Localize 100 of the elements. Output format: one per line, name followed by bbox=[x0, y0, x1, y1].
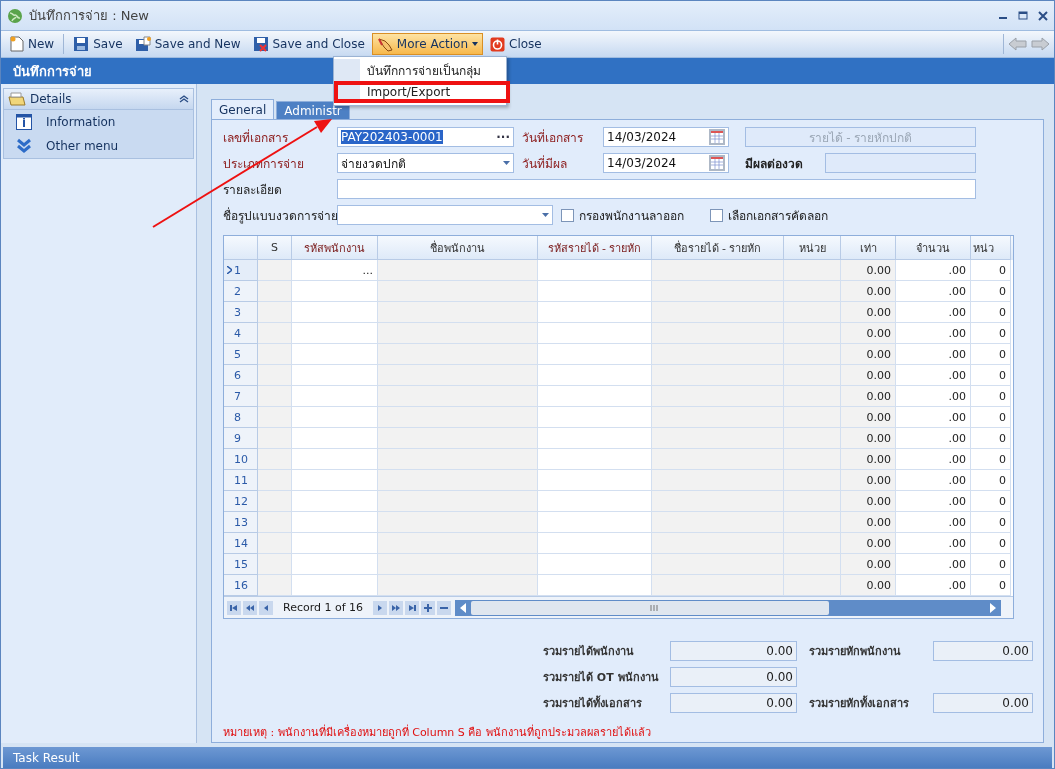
total-label: รวมรายได้ทั้งเอกสาร bbox=[543, 694, 643, 712]
remove-button[interactable] bbox=[437, 600, 452, 615]
row-number: 14 bbox=[234, 536, 248, 550]
table-cell bbox=[258, 512, 292, 533]
table-cell: 0.00 bbox=[841, 470, 896, 491]
row-header[interactable]: 7 bbox=[224, 386, 258, 407]
menu-item[interactable]: บันทึกการจ่ายเป็นกลุ่ม bbox=[334, 59, 506, 81]
horizontal-scrollbar[interactable] bbox=[455, 599, 1002, 616]
row-header[interactable]: 13 bbox=[224, 512, 258, 533]
table-cell: 0 bbox=[971, 386, 1011, 407]
next-page-button[interactable] bbox=[389, 600, 404, 615]
maximize-icon[interactable] bbox=[1018, 10, 1028, 21]
row-header[interactable]: 6 bbox=[224, 365, 258, 386]
panel-title: Details bbox=[30, 92, 73, 106]
table-cell: .00 bbox=[896, 470, 971, 491]
table-cell bbox=[784, 449, 841, 470]
previous-page-button[interactable] bbox=[243, 600, 257, 615]
row-header[interactable]: 15 bbox=[224, 554, 258, 575]
table-cell: 0.00 bbox=[841, 407, 896, 428]
row-header[interactable]: 1 bbox=[224, 260, 258, 281]
row-header[interactable]: 2 bbox=[224, 281, 258, 302]
dropdown-field[interactable] bbox=[337, 205, 553, 225]
sidebar-item[interactable]: Other menu bbox=[4, 134, 193, 158]
table-cell bbox=[258, 554, 292, 575]
dropdown-button[interactable]: More Action bbox=[371, 33, 483, 55]
dropdown-field[interactable]: จ่ายงวดปกติ bbox=[337, 153, 514, 173]
table-cell: 0.00 bbox=[841, 491, 896, 512]
previous-button[interactable] bbox=[259, 600, 273, 615]
toolbar-button[interactable]: New bbox=[5, 33, 60, 55]
row-number: 8 bbox=[234, 410, 241, 424]
table-cell: 0 bbox=[971, 344, 1011, 365]
table-cell: 0.00 bbox=[841, 323, 896, 344]
date-field[interactable]: 14/03/2024 bbox=[603, 127, 729, 147]
status-bar: Task Result bbox=[3, 747, 1052, 768]
row-number: 12 bbox=[234, 494, 248, 508]
toolbar-button[interactable]: Close bbox=[485, 33, 547, 55]
table-cell: 0 bbox=[971, 302, 1011, 323]
table-cell: .00 bbox=[896, 533, 971, 554]
row-header[interactable]: 12 bbox=[224, 491, 258, 512]
table-cell: 0 bbox=[971, 470, 1011, 491]
next-button[interactable] bbox=[373, 600, 388, 615]
close-icon[interactable] bbox=[1038, 10, 1048, 21]
input-field[interactable] bbox=[337, 179, 976, 199]
row-number: 13 bbox=[234, 515, 248, 529]
checkbox[interactable] bbox=[561, 208, 574, 222]
window-title: บันทึกการจ่าย : New bbox=[29, 7, 150, 25]
field-label: เลขที่เอกสาร bbox=[223, 128, 289, 147]
calendar-icon[interactable] bbox=[709, 155, 725, 171]
row-header[interactable]: 11 bbox=[224, 470, 258, 491]
table-cell: .00 bbox=[896, 491, 971, 512]
document-icon bbox=[10, 36, 24, 52]
table-cell bbox=[258, 365, 292, 386]
add-button[interactable] bbox=[421, 600, 436, 615]
tab[interactable]: General bbox=[211, 99, 275, 119]
dropdown-arrow-icon[interactable] bbox=[503, 161, 510, 165]
last-button[interactable] bbox=[405, 600, 420, 615]
table-cell: 0.00 bbox=[841, 260, 896, 281]
collapse-icon[interactable] bbox=[179, 95, 189, 103]
row-number: 2 bbox=[234, 284, 241, 298]
table-cell bbox=[784, 491, 841, 512]
row-header[interactable]: 5 bbox=[224, 344, 258, 365]
save-icon bbox=[73, 36, 90, 52]
table-cell bbox=[784, 512, 841, 533]
calendar-icon[interactable] bbox=[709, 129, 725, 145]
total-label: รวมรายหักทั้งเอกสาร bbox=[809, 694, 910, 712]
row-header[interactable]: 3 bbox=[224, 302, 258, 323]
current-row-icon bbox=[227, 266, 232, 274]
row-header[interactable]: 8 bbox=[224, 407, 258, 428]
date-field[interactable]: 14/03/2024 bbox=[603, 153, 729, 173]
folder-icon bbox=[8, 92, 26, 106]
tab[interactable]: Administr bbox=[276, 101, 350, 119]
row-header[interactable]: 10 bbox=[224, 449, 258, 470]
skip-back-icon bbox=[230, 603, 238, 612]
toolbar-button[interactable]: Save and New bbox=[129, 33, 246, 55]
dropdown-arrow-icon[interactable] bbox=[542, 213, 549, 217]
toolbar-button[interactable]: Save and Close bbox=[247, 33, 370, 55]
table-cell bbox=[784, 323, 841, 344]
table-cell: 0 bbox=[971, 260, 1011, 281]
table-cell: 0.00 bbox=[841, 449, 896, 470]
row-header[interactable]: 14 bbox=[224, 533, 258, 554]
menu-item[interactable]: Import/Export bbox=[334, 81, 510, 103]
row-number: 4 bbox=[234, 326, 241, 340]
save-icon bbox=[252, 36, 269, 52]
toolbar-button[interactable]: Save bbox=[68, 33, 128, 55]
table-cell bbox=[784, 344, 841, 365]
ellipsis-button[interactable]: ··· bbox=[496, 130, 510, 144]
info-icon bbox=[16, 114, 32, 130]
field-label: วันที่เอกสาร bbox=[522, 128, 584, 147]
input-field[interactable]: PAY202403-0001 ··· bbox=[337, 127, 514, 147]
field-label: วันที่มีผล bbox=[522, 154, 568, 173]
sidebar-item[interactable]: Information bbox=[4, 110, 193, 134]
table-cell bbox=[258, 323, 292, 344]
table-cell: 0 bbox=[971, 491, 1011, 512]
row-header[interactable]: 16 bbox=[224, 575, 258, 596]
row-header[interactable]: 4 bbox=[224, 323, 258, 344]
table-cell: .00 bbox=[896, 428, 971, 449]
table-cell bbox=[784, 428, 841, 449]
checkbox[interactable] bbox=[710, 208, 723, 222]
row-header[interactable]: 9 bbox=[224, 428, 258, 449]
first-button[interactable] bbox=[227, 600, 241, 615]
